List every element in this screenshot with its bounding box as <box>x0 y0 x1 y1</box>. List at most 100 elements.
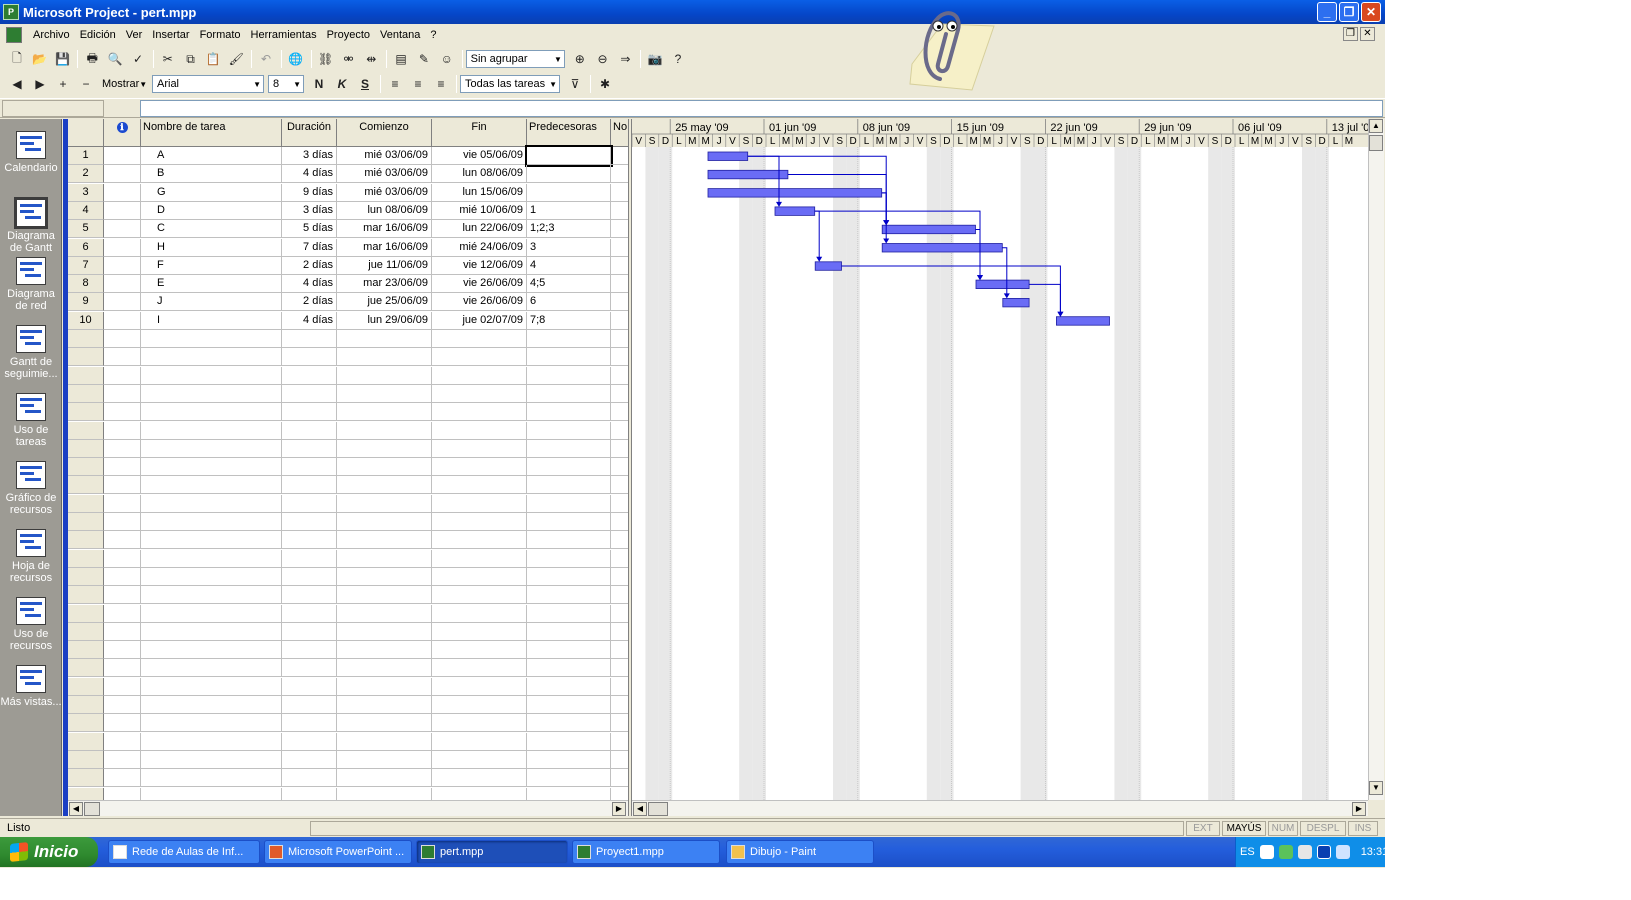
predecessors-cell[interactable] <box>527 659 611 678</box>
finish-cell[interactable]: jue 02/07/09 <box>432 311 527 330</box>
start-cell[interactable] <box>337 714 432 733</box>
indicator-cell[interactable] <box>104 531 141 550</box>
task-name-cell[interactable] <box>141 769 282 788</box>
row-number[interactable] <box>68 384 104 403</box>
new-icon[interactable]: 🗋 <box>6 49 28 69</box>
task-row[interactable]: 10 I 4 días lun 29/06/09 jue 02/07/09 7;8 <box>68 311 628 330</box>
task-name-cell[interactable] <box>141 586 282 605</box>
empty-row[interactable] <box>68 714 628 733</box>
task-name-cell[interactable]: B <box>141 165 282 184</box>
indicator-cell[interactable] <box>104 750 141 769</box>
empty-row[interactable] <box>68 769 628 788</box>
resource-cell[interactable] <box>611 202 628 220</box>
scroll-thumb[interactable] <box>1369 135 1383 151</box>
finish-cell[interactable] <box>432 494 527 513</box>
resource-cell[interactable] <box>611 220 628 239</box>
task-name-cell[interactable]: E <box>141 275 282 294</box>
predecessors-cell[interactable]: 4 <box>527 256 611 275</box>
resource-cell[interactable] <box>611 586 628 605</box>
doc-restore-button[interactable]: ❐ <box>1343 27 1358 41</box>
indicator-cell[interactable] <box>104 293 141 312</box>
indicator-cell[interactable] <box>104 586 141 605</box>
row-number[interactable]: 9 <box>68 293 104 312</box>
indicator-cell[interactable] <box>104 604 141 623</box>
indicator-cell[interactable] <box>104 275 141 294</box>
predecessors-cell[interactable] <box>527 384 611 403</box>
task-name-cell[interactable] <box>141 421 282 440</box>
finish-cell[interactable] <box>432 403 527 422</box>
row-number[interactable]: 1 <box>68 147 104 165</box>
start-cell[interactable] <box>337 439 432 458</box>
task-row[interactable]: 6 H7 días mar 16/06/09 mié 24/06/09 3 <box>68 238 628 257</box>
finish-cell[interactable] <box>432 750 527 769</box>
predecessors-cell[interactable] <box>527 458 611 477</box>
column-header-predecessors[interactable]: Predecesoras <box>527 119 611 147</box>
gantt-wizard-icon[interactable]: ✱ <box>594 74 616 94</box>
start-cell[interactable]: mié 03/06/09 <box>337 183 432 202</box>
row-number[interactable] <box>68 714 104 733</box>
task-name-cell[interactable]: H <box>141 238 282 257</box>
finish-cell[interactable] <box>432 531 527 550</box>
row-number[interactable] <box>68 586 104 605</box>
finish-cell[interactable] <box>432 348 527 367</box>
predecessors-cell[interactable] <box>527 476 611 495</box>
antivirus-icon[interactable] <box>1278 845 1293 859</box>
predecessors-cell[interactable] <box>527 732 611 751</box>
duration-cell[interactable] <box>282 403 337 422</box>
duration-cell[interactable] <box>282 549 337 568</box>
taskbar-item[interactable]: Dibujo - Paint <box>726 840 874 864</box>
empty-row[interactable] <box>68 330 628 348</box>
format-painter-icon[interactable]: 🖌 <box>225 49 247 69</box>
app-tray-icon[interactable] <box>1316 845 1331 859</box>
resource-cell[interactable] <box>611 184 628 202</box>
duration-cell[interactable] <box>282 348 337 367</box>
predecessors-cell[interactable] <box>527 641 611 660</box>
resource-cell[interactable] <box>611 403 628 422</box>
finish-cell[interactable] <box>432 732 527 751</box>
task-name-cell[interactable] <box>141 366 282 385</box>
entry-field[interactable] <box>140 100 1383 117</box>
finish-cell[interactable] <box>432 659 527 678</box>
indicator-cell[interactable] <box>104 183 141 202</box>
indicator-cell[interactable] <box>104 458 141 477</box>
view-network[interactable]: Diagrama de red <box>0 257 62 312</box>
duration-cell[interactable] <box>282 732 337 751</box>
predecessors-cell[interactable] <box>527 787 611 800</box>
resource-cell[interactable] <box>611 678 628 696</box>
view-calendar[interactable]: Calendario <box>0 131 62 174</box>
column-header-resources[interactable]: No <box>611 119 628 147</box>
start-cell[interactable] <box>337 476 432 495</box>
resource-cell[interactable] <box>611 385 628 403</box>
undo-icon[interactable]: ↶ <box>255 49 277 69</box>
row-number[interactable] <box>68 476 104 495</box>
indicator-cell[interactable] <box>104 622 141 641</box>
finish-cell[interactable] <box>432 696 527 714</box>
duration-cell[interactable] <box>282 696 337 714</box>
taskbar-item[interactable]: Microsoft PowerPoint ... <box>264 840 412 864</box>
row-number[interactable] <box>68 513 104 531</box>
empty-row[interactable] <box>68 348 628 367</box>
resource-cell[interactable] <box>611 330 628 348</box>
resource-cell[interactable] <box>611 348 628 367</box>
row-number[interactable] <box>68 696 104 714</box>
predecessors-cell[interactable] <box>527 513 611 531</box>
finish-cell[interactable] <box>432 641 527 660</box>
task-name-cell[interactable] <box>141 659 282 678</box>
language-indicator[interactable]: ES <box>1240 846 1255 858</box>
empty-row[interactable] <box>68 732 628 751</box>
print-icon[interactable]: 🖶 <box>81 49 103 69</box>
row-number[interactable] <box>68 567 104 586</box>
start-cell[interactable]: mar 16/06/09 <box>337 220 432 239</box>
duration-cell[interactable] <box>282 366 337 385</box>
arrow-right-icon[interactable]: ▶ <box>29 74 51 94</box>
finish-cell[interactable] <box>432 330 527 348</box>
finish-cell[interactable] <box>432 586 527 605</box>
empty-row[interactable] <box>68 421 628 440</box>
hide-subtasks-icon[interactable]: − <box>75 74 97 94</box>
autofilter-icon[interactable]: ⊽ <box>564 74 586 94</box>
predecessors-cell[interactable] <box>527 750 611 769</box>
minimize-button[interactable]: _ <box>1317 2 1337 22</box>
row-number[interactable] <box>68 403 104 422</box>
duration-cell[interactable] <box>282 641 337 660</box>
task-row[interactable]: 1 A3 días mié 03/06/09 vie 05/06/09 <box>68 145 628 167</box>
